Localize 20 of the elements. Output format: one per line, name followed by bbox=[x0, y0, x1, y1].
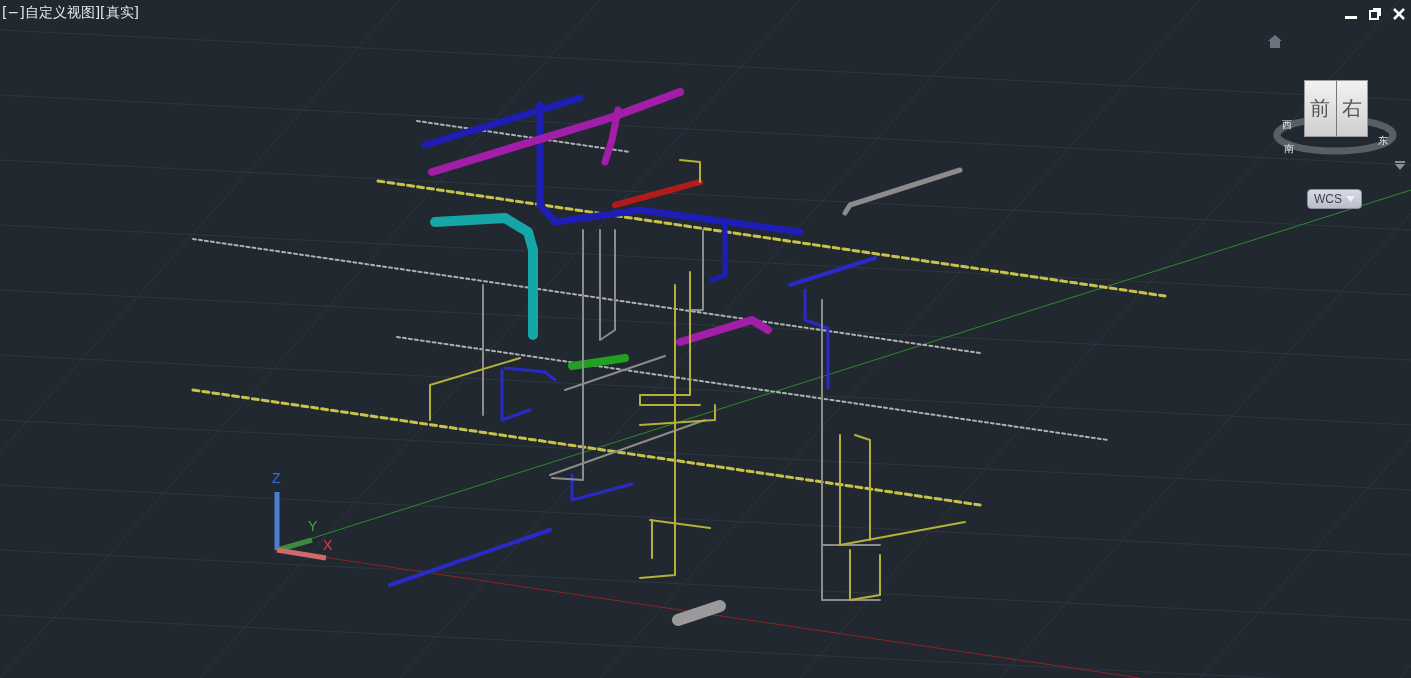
close-icon bbox=[1393, 8, 1405, 20]
caret-icon bbox=[1346, 196, 1355, 202]
viewcube-face[interactable]: 右 bbox=[1336, 81, 1367, 136]
axis-label: Z bbox=[272, 470, 281, 486]
ucs-dropdown[interactable]: WCS bbox=[1307, 189, 1362, 209]
viewport[interactable]: [−]自定义视图][真实] 前 右 西 南 东 WCS X Y Z bbox=[0, 0, 1411, 678]
viewcube-face[interactable]: 前 bbox=[1305, 81, 1337, 136]
minimize-icon bbox=[1345, 15, 1357, 19]
dropdown-arrow-icon[interactable] bbox=[1395, 161, 1405, 170]
restore-button[interactable] bbox=[1367, 6, 1383, 22]
viewcube[interactable]: 前 右 bbox=[1304, 80, 1368, 137]
axis-label: Y bbox=[308, 518, 318, 534]
viewport-title[interactable]: [−]自定义视图][真实] bbox=[2, 4, 140, 22]
compass-label[interactable]: 南 bbox=[1284, 142, 1294, 156]
axis-label: X bbox=[323, 537, 333, 553]
restore-icon bbox=[1369, 8, 1381, 20]
close-button[interactable] bbox=[1391, 6, 1407, 22]
compass-label[interactable]: 东 bbox=[1378, 134, 1388, 148]
home-icon[interactable] bbox=[1268, 35, 1282, 48]
compass-label[interactable]: 西 bbox=[1282, 118, 1292, 132]
